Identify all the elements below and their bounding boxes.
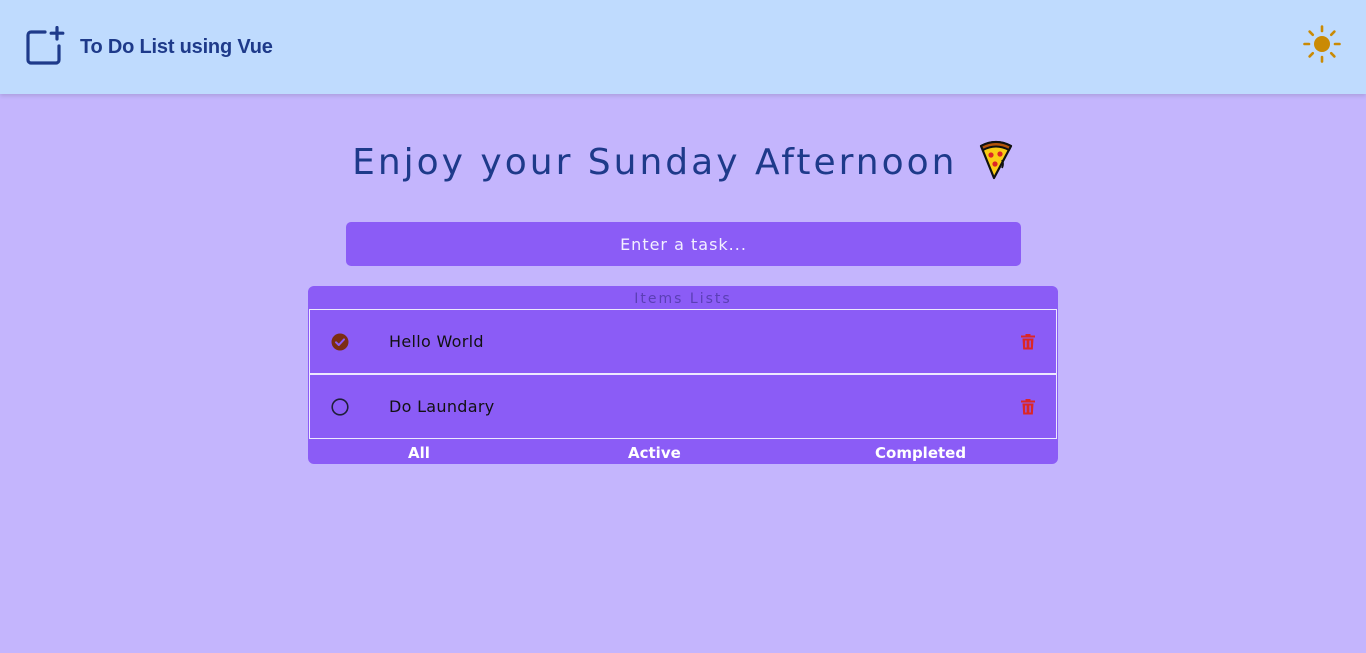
filter-all[interactable]: All	[408, 444, 430, 462]
checked-circle-icon[interactable]	[331, 333, 349, 351]
trash-icon[interactable]	[1021, 334, 1035, 350]
item-label: Do Laundary	[389, 397, 495, 416]
trash-icon[interactable]	[1021, 399, 1035, 415]
list-heading: Items Lists	[634, 291, 732, 307]
app-header: To Do List using Vue	[0, 0, 1366, 94]
pizza-icon	[979, 140, 1013, 180]
sun-icon[interactable]	[1302, 24, 1342, 64]
list-item[interactable]: Do Laundary	[309, 374, 1057, 439]
item-label: Hello World	[389, 332, 484, 351]
task-input[interactable]	[346, 222, 1021, 266]
unchecked-circle-icon[interactable]	[331, 398, 349, 416]
greeting-text: Enjoy your Sunday Afternoon	[352, 142, 958, 183]
app-title: To Do List using Vue	[80, 36, 273, 58]
list-item[interactable]: Hello World	[309, 309, 1057, 374]
items-list-panel: Items Lists Hello World Do Laundary All …	[308, 286, 1058, 464]
add-box-icon[interactable]	[25, 26, 65, 66]
filter-completed[interactable]: Completed	[875, 444, 966, 462]
greeting-heading: Enjoy your Sunday Afternoon	[0, 140, 1366, 183]
filter-active[interactable]: Active	[628, 444, 681, 462]
